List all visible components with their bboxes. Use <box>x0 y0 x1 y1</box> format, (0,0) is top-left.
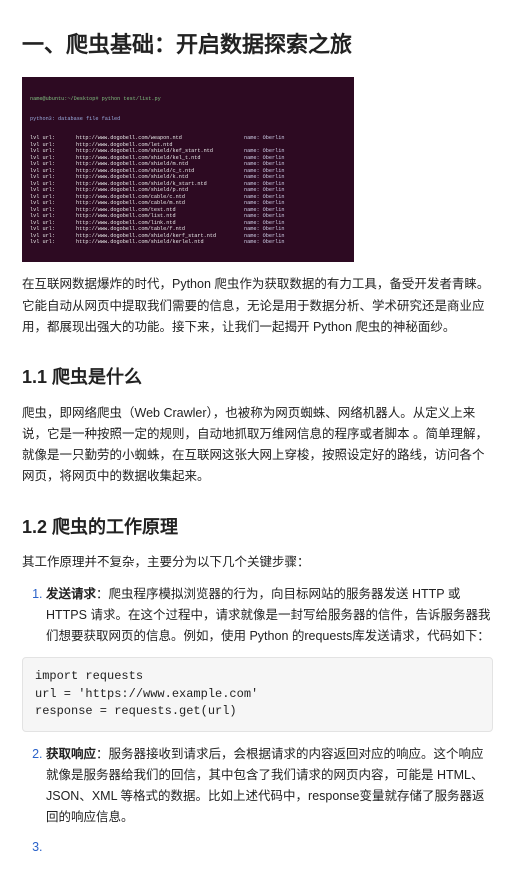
list-item: 获取响应：服务器接收到请求后，会根据请求的内容返回对应的响应。这个响应就像是服务… <box>46 744 493 829</box>
section-heading-1-1: 1.1 爬虫是什么 <box>22 362 493 393</box>
page-title: 一、爬虫基础：开启数据探索之旅 <box>22 26 493 63</box>
terminal-screenshot: name@ubuntu:~/Desktop# python test/list.… <box>22 77 354 262</box>
list-item <box>46 837 493 858</box>
terminal-line: lvl url:http://www.dogobell.com/shield/k… <box>30 239 346 246</box>
terminal-line: name@ubuntu:~/Desktop# python test/list.… <box>30 96 346 103</box>
code-block: import requests url = 'https://www.examp… <box>22 657 493 731</box>
step-title: 获取响应 <box>46 747 96 761</box>
step-body: ：爬虫程序模拟浏览器的行为，向目标网站的服务器发送 HTTP 或 HTTPS 请… <box>46 587 490 644</box>
steps-list-cont: 获取响应：服务器接收到请求后，会根据请求的内容返回对应的响应。这个响应就像是服务… <box>22 744 493 858</box>
section-1-1-paragraph: 爬虫，即网络爬虫（Web Crawler），也被称为网页蜘蛛、网络机器人。从定义… <box>22 403 493 488</box>
terminal-line: python3: database file failed <box>30 116 346 123</box>
step-title: 发送请求 <box>46 587 96 601</box>
section-heading-1-2: 1.2 爬虫的工作原理 <box>22 512 493 543</box>
section-1-2-intro: 其工作原理并不复杂，主要分为以下几个关键步骤： <box>22 552 493 573</box>
list-item: 发送请求：爬虫程序模拟浏览器的行为，向目标网站的服务器发送 HTTP 或 HTT… <box>46 584 493 648</box>
step-body: ：服务器接收到请求后，会根据请求的内容返回对应的响应。这个响应就像是服务器给我们… <box>46 747 484 825</box>
steps-list: 发送请求：爬虫程序模拟浏览器的行为，向目标网站的服务器发送 HTTP 或 HTT… <box>22 584 493 648</box>
intro-paragraph: 在互联网数据爆炸的时代，Python 爬虫作为获取数据的有力工具，备受开发者青睐… <box>22 274 493 338</box>
